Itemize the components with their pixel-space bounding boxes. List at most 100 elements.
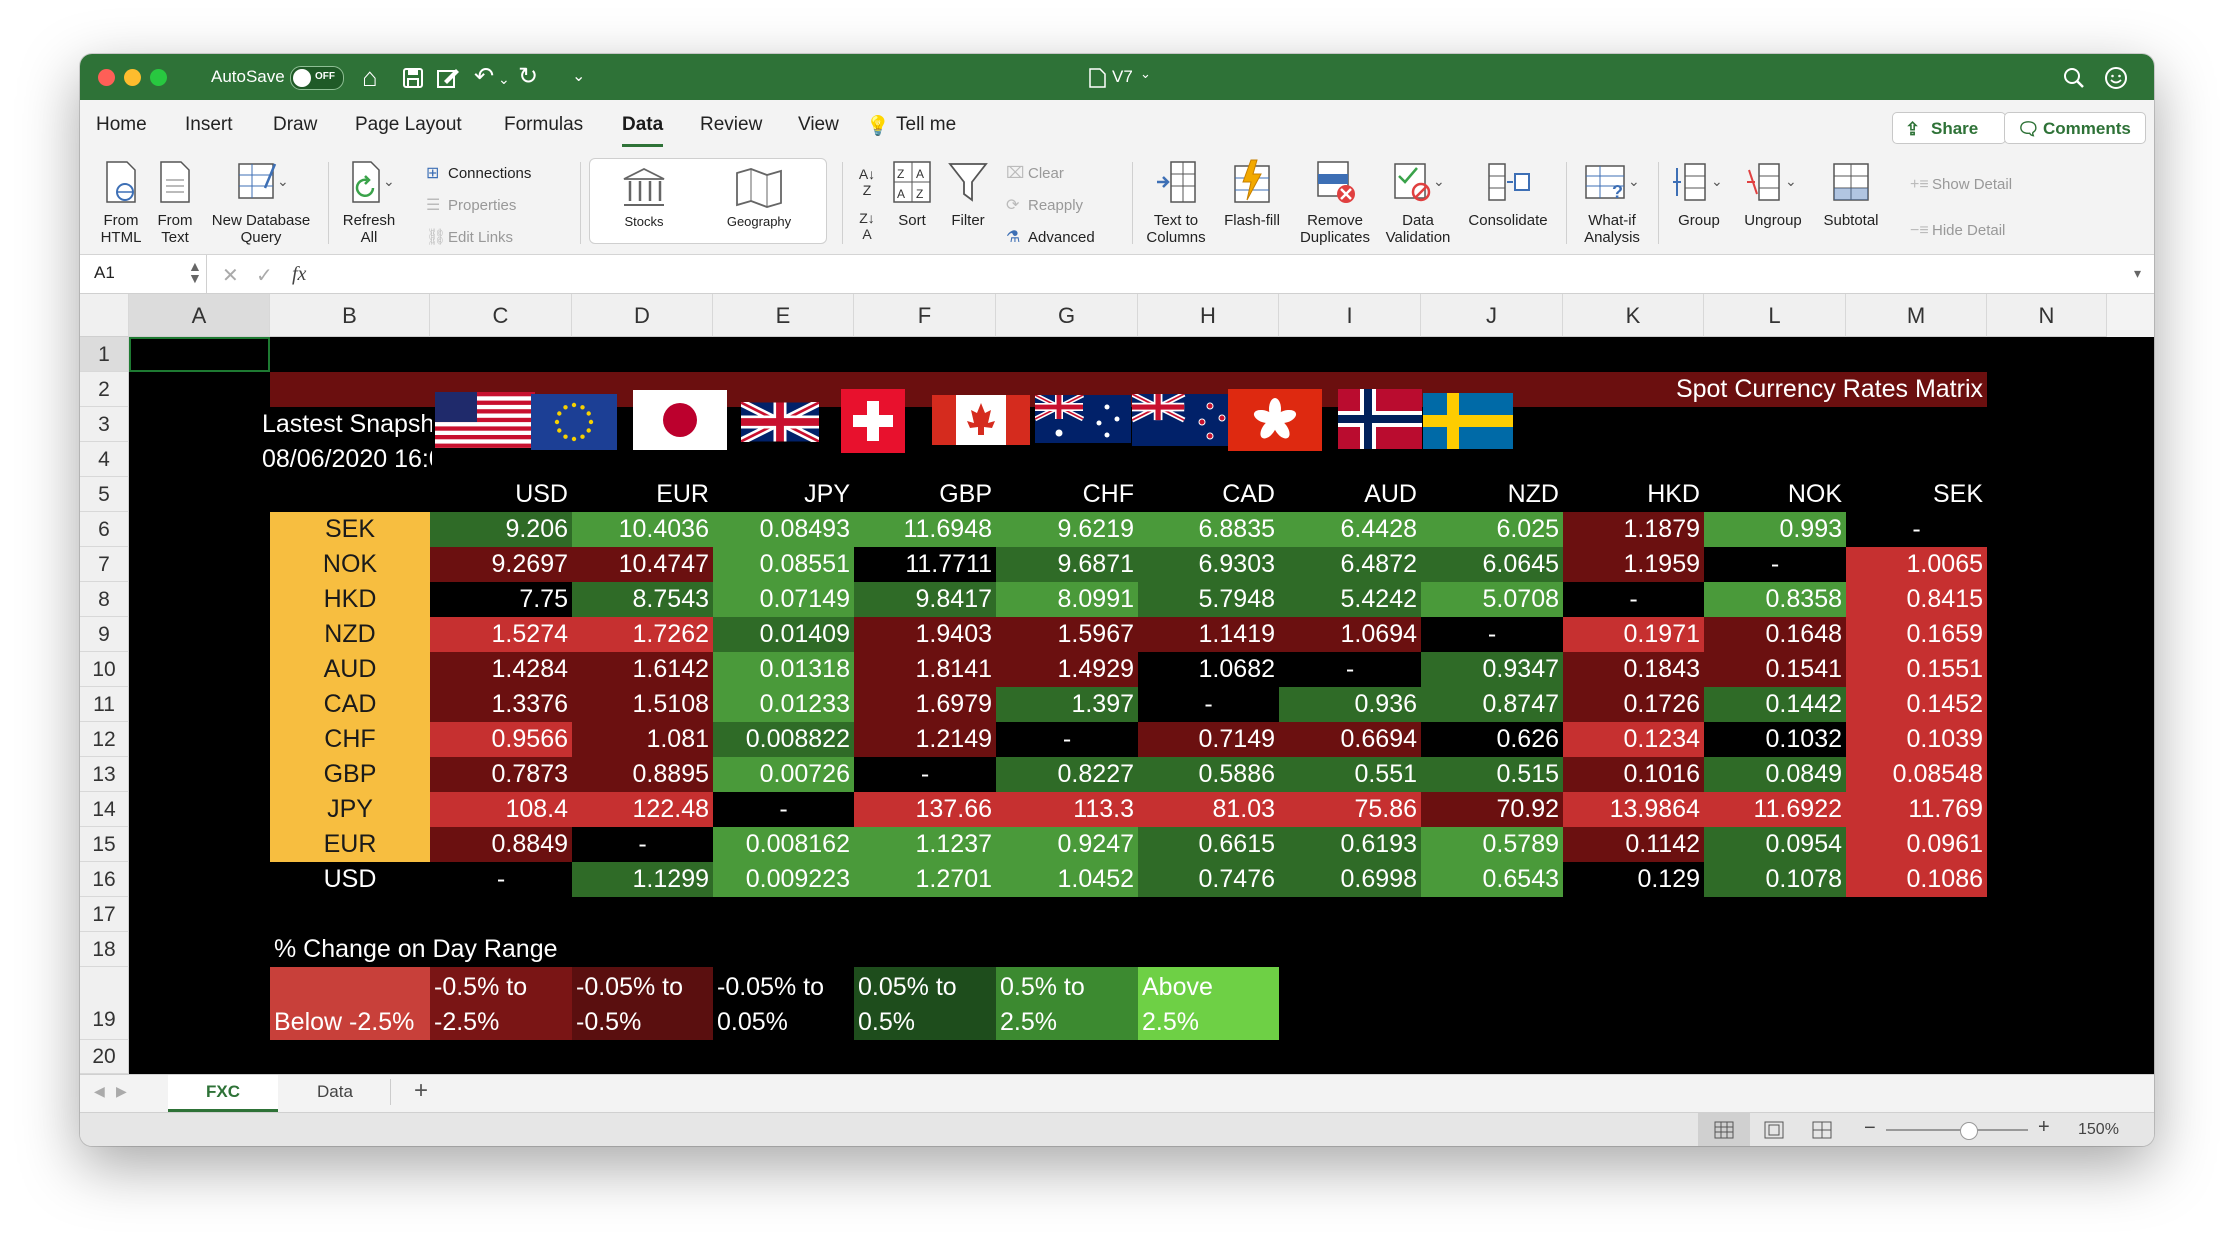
- rate-cell-sek-jpy[interactable]: 0.08493: [713, 512, 854, 547]
- rate-cell-cad-nzd[interactable]: 0.8747: [1421, 687, 1563, 722]
- new-database-query-button[interactable]: ⌄ New Database Query: [206, 158, 316, 246]
- rate-cell-chf-usd[interactable]: 0.9566: [430, 722, 572, 757]
- legend-swatch-5[interactable]: 0.05% to 0.5%: [854, 967, 996, 1040]
- rate-cell-usd-eur[interactable]: 1.1299: [572, 862, 713, 897]
- rate-cell-chf-eur[interactable]: 1.081: [572, 722, 713, 757]
- rate-cell-jpy-usd[interactable]: 108.4: [430, 792, 572, 827]
- legend-swatch-3[interactable]: -0.05% to -0.5%: [572, 967, 713, 1040]
- rate-cell-gbp-chf[interactable]: 0.8227: [996, 757, 1138, 792]
- row-header-4[interactable]: 4: [80, 442, 129, 477]
- row-header-9[interactable]: 9: [80, 617, 129, 652]
- rate-cell-eur-gbp[interactable]: 1.1237: [854, 827, 996, 862]
- rate-cell-nok-usd[interactable]: 9.2697: [430, 547, 572, 582]
- zoom-slider[interactable]: [1886, 1129, 2028, 1131]
- rate-cell-cad-sek[interactable]: 0.1452: [1846, 687, 1987, 722]
- rate-cell-aud-nzd[interactable]: 0.9347: [1421, 652, 1563, 687]
- rate-cell-aud-usd[interactable]: 1.4284: [430, 652, 572, 687]
- tab-home[interactable]: Home: [96, 114, 147, 136]
- sheet-tab-fxc[interactable]: FXC: [168, 1075, 278, 1112]
- rate-cell-usd-gbp[interactable]: 1.2701: [854, 862, 996, 897]
- rate-cell-aud-eur[interactable]: 1.6142: [572, 652, 713, 687]
- stocks-button[interactable]: Stocks: [608, 165, 680, 230]
- rate-cell-sek-cad[interactable]: 6.8835: [1138, 512, 1279, 547]
- rate-cell-nok-eur[interactable]: 10.4747: [572, 547, 713, 582]
- rate-cell-usd-nok[interactable]: 0.1078: [1704, 862, 1846, 897]
- enter-check-icon[interactable]: ✓: [256, 263, 273, 288]
- rate-cell-hkd-cad[interactable]: 5.7948: [1138, 582, 1279, 617]
- redo-icon[interactable]: ↻: [518, 62, 538, 92]
- rate-cell-cad-chf[interactable]: 1.397: [996, 687, 1138, 722]
- rate-cell-cad-cad[interactable]: -: [1138, 687, 1279, 722]
- rate-cell-hkd-jpy[interactable]: 0.07149: [713, 582, 854, 617]
- show-detail-button[interactable]: +≡ Show Detail: [1910, 176, 2012, 194]
- column-header-m[interactable]: M: [1846, 294, 1987, 337]
- row-header-11[interactable]: 11: [80, 687, 129, 722]
- clear-button[interactable]: ⌧ Clear: [1006, 163, 1064, 183]
- rate-cell-nzd-cad[interactable]: 1.1419: [1138, 617, 1279, 652]
- chevron-down-icon[interactable]: ⌄: [498, 64, 510, 94]
- rate-cell-usd-nzd[interactable]: 0.6543: [1421, 862, 1563, 897]
- minimize-window-button[interactable]: [124, 69, 141, 86]
- cancel-icon[interactable]: ✕: [222, 263, 239, 288]
- share-button[interactable]: ⇪ Share: [1892, 112, 2006, 144]
- rate-cell-hkd-gbp[interactable]: 9.8417: [854, 582, 996, 617]
- rate-cell-jpy-hkd[interactable]: 13.9864: [1563, 792, 1704, 827]
- rate-cell-gbp-nok[interactable]: 0.0849: [1704, 757, 1846, 792]
- rate-cell-aud-hkd[interactable]: 0.1843: [1563, 652, 1704, 687]
- rate-cell-usd-cad[interactable]: 0.7476: [1138, 862, 1279, 897]
- row-header-15[interactable]: 15: [80, 827, 129, 862]
- rate-cell-chf-aud[interactable]: 0.6694: [1279, 722, 1421, 757]
- zoom-window-button[interactable]: [150, 69, 167, 86]
- rate-cell-sek-usd[interactable]: 9.206: [430, 512, 572, 547]
- column-header-c[interactable]: C: [430, 294, 572, 337]
- rate-cell-sek-nok[interactable]: 0.993: [1704, 512, 1846, 547]
- rate-cell-hkd-chf[interactable]: 8.0991: [996, 582, 1138, 617]
- row-header-19[interactable]: 19: [80, 967, 129, 1040]
- search-icon[interactable]: [2063, 67, 2085, 89]
- rate-cell-gbp-hkd[interactable]: 0.1016: [1563, 757, 1704, 792]
- row-header-16[interactable]: 16: [80, 862, 129, 897]
- row-header-14[interactable]: 14: [80, 792, 129, 827]
- column-header-g[interactable]: G: [996, 294, 1138, 337]
- base-currency-chf[interactable]: CHF: [270, 722, 430, 757]
- rate-cell-sek-sek[interactable]: -: [1846, 512, 1987, 547]
- rate-cell-usd-sek[interactable]: 0.1086: [1846, 862, 1987, 897]
- tell-me-search[interactable]: Tell me: [896, 114, 956, 136]
- rate-cell-eur-hkd[interactable]: 0.1142: [1563, 827, 1704, 862]
- rate-cell-jpy-jpy[interactable]: -: [713, 792, 854, 827]
- header-nok[interactable]: NOK: [1704, 477, 1846, 512]
- rate-cell-aud-cad[interactable]: 1.0682: [1138, 652, 1279, 687]
- rate-cell-chf-jpy[interactable]: 0.008822: [713, 722, 854, 757]
- tab-insert[interactable]: Insert: [185, 114, 233, 136]
- column-header-d[interactable]: D: [572, 294, 713, 337]
- legend-title[interactable]: % Change on Day Range: [270, 932, 713, 967]
- rate-cell-chf-hkd[interactable]: 0.1234: [1563, 722, 1704, 757]
- rate-cell-nzd-hkd[interactable]: 0.1971: [1563, 617, 1704, 652]
- base-currency-eur[interactable]: EUR: [270, 827, 430, 862]
- header-chf[interactable]: CHF: [996, 477, 1138, 512]
- base-currency-hkd[interactable]: HKD: [270, 582, 430, 617]
- rate-cell-gbp-aud[interactable]: 0.551: [1279, 757, 1421, 792]
- rate-cell-jpy-nzd[interactable]: 70.92: [1421, 792, 1563, 827]
- rate-cell-aud-sek[interactable]: 0.1551: [1846, 652, 1987, 687]
- rate-cell-cad-eur[interactable]: 1.5108: [572, 687, 713, 722]
- expand-formula-icon[interactable]: ▾: [2134, 265, 2141, 282]
- header-eur[interactable]: EUR: [572, 477, 713, 512]
- group-button[interactable]: ⌄ Group: [1668, 158, 1730, 229]
- header-sek[interactable]: SEK: [1846, 477, 1987, 512]
- close-window-button[interactable]: [98, 69, 115, 86]
- text-to-columns-button[interactable]: Text to Columns: [1142, 158, 1210, 246]
- advanced-button[interactable]: ⚗ Advanced: [1006, 227, 1095, 247]
- filter-button[interactable]: Filter: [944, 158, 992, 229]
- add-sheet-icon[interactable]: +: [414, 1077, 428, 1105]
- rate-cell-nzd-gbp[interactable]: 1.9403: [854, 617, 996, 652]
- row-header-3[interactable]: 3: [80, 407, 129, 442]
- properties-button[interactable]: ☰ Properties: [426, 195, 516, 215]
- rate-cell-eur-sek[interactable]: 0.0961: [1846, 827, 1987, 862]
- rate-cell-cad-usd[interactable]: 1.3376: [430, 687, 572, 722]
- snapshot-time[interactable]: 08/06/2020 16:05: [262, 442, 432, 477]
- edit-icon[interactable]: [436, 67, 460, 89]
- comments-button[interactable]: 🗨 Comments: [2004, 112, 2146, 144]
- connections-button[interactable]: ⊞ Connections: [426, 163, 531, 183]
- rate-cell-nok-hkd[interactable]: 1.1959: [1563, 547, 1704, 582]
